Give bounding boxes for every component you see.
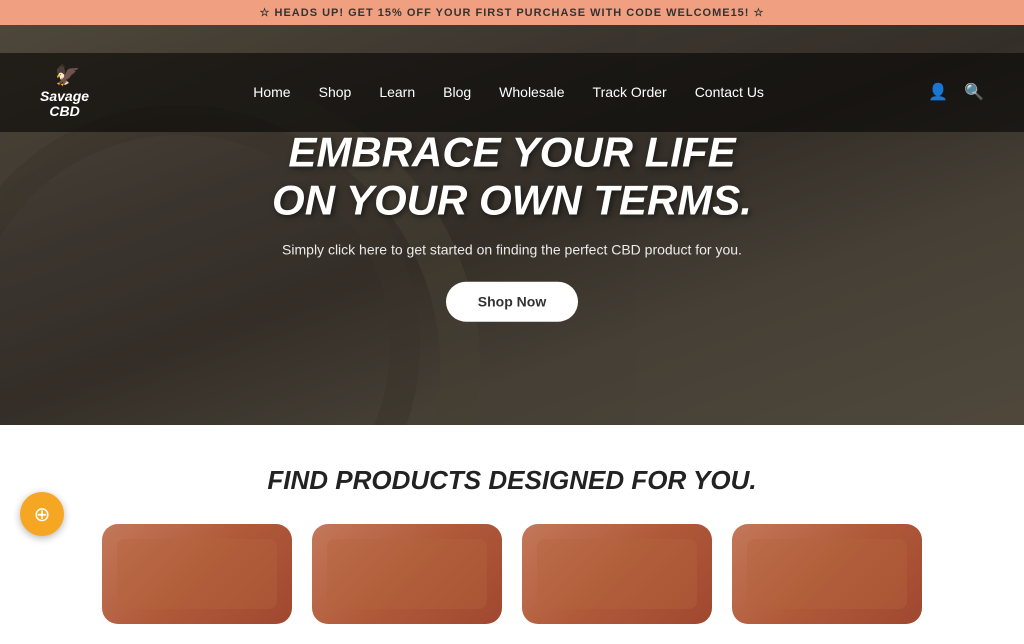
nav-item-home[interactable]: Home (253, 84, 290, 100)
hero-section: 🦅 Savage CBD Home Shop Learn Blog Wholes… (0, 25, 1024, 425)
products-section: FIND PRODUCTS DESIGNED FOR YOU. (0, 425, 1024, 644)
hero-title-line2: ON YOUR OWN TERMS. (272, 177, 752, 224)
chat-icon: ⊕ (34, 502, 51, 527)
announcement-text: ☆ HEADS UP! GET 15% OFF YOUR FIRST PURCH… (260, 7, 765, 19)
site-logo[interactable]: 🦅 Savage CBD (40, 65, 89, 120)
hero-title-line1: EMBRACE YOUR LIFE (288, 129, 735, 176)
site-header: 🦅 Savage CBD Home Shop Learn Blog Wholes… (0, 53, 1024, 132)
nav-item-contact-us[interactable]: Contact Us (695, 84, 764, 100)
hero-content: EMBRACE YOUR LIFE ON YOUR OWN TERMS. Sim… (212, 129, 812, 322)
logo-text-line1: Savage (40, 89, 89, 104)
user-account-icon[interactable]: 👤 (928, 82, 948, 102)
hero-title: EMBRACE YOUR LIFE ON YOUR OWN TERMS. (212, 129, 812, 226)
nav-item-blog[interactable]: Blog (443, 84, 471, 100)
main-nav: Home Shop Learn Blog Wholesale Track Ord… (253, 84, 764, 100)
nav-item-learn[interactable]: Learn (379, 84, 415, 100)
chat-button[interactable]: ⊕ (20, 492, 64, 536)
announcement-bar: ☆ HEADS UP! GET 15% OFF YOUR FIRST PURCH… (0, 0, 1024, 25)
shop-now-button[interactable]: Shop Now (446, 281, 578, 321)
product-card-3[interactable] (522, 524, 712, 624)
nav-item-shop[interactable]: Shop (319, 84, 352, 100)
logo-text-line2: CBD (49, 104, 79, 119)
product-card-2[interactable] (312, 524, 502, 624)
nav-item-track-order[interactable]: Track Order (593, 84, 667, 100)
header-icons: 👤 🔍 (928, 82, 984, 102)
hero-subtitle: Simply click here to get started on find… (212, 241, 812, 257)
products-row (0, 524, 1024, 624)
products-section-title: FIND PRODUCTS DESIGNED FOR YOU. (0, 465, 1024, 496)
logo-icon: 🦅 (52, 65, 77, 87)
product-card-1[interactable] (102, 524, 292, 624)
product-card-4[interactable] (732, 524, 922, 624)
search-icon[interactable]: 🔍 (964, 82, 984, 102)
nav-item-wholesale[interactable]: Wholesale (499, 84, 564, 100)
